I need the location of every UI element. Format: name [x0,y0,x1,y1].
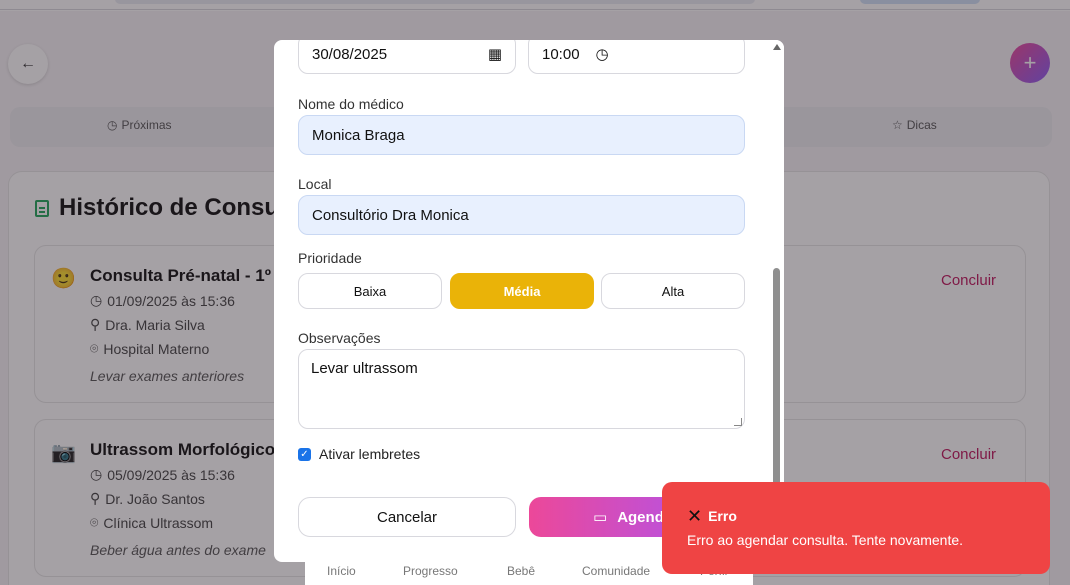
priority-alta-button[interactable]: Alta [601,273,745,309]
doctor-label: Nome do médico [298,96,404,112]
reminder-checkbox[interactable]: ✓ [298,447,311,461]
clock-icon[interactable]: ◷ [596,45,609,63]
resize-handle[interactable] [734,418,742,426]
calendar-icon[interactable]: ▦ [488,45,502,63]
error-toast: ✕ Erro Erro ao agendar consulta. Tente n… [662,482,1050,574]
place-label: Local [298,176,332,192]
cancel-button[interactable]: Cancelar [298,497,516,537]
scroll-up-arrow-icon[interactable] [773,44,781,50]
reminder-row: ✓ Ativar lembretes [298,446,420,462]
date-input[interactable]: 30/08/2025 ▦ [298,40,516,74]
toast-message: Erro ao agendar consulta. Tente novament… [687,532,964,548]
notes-label: Observações [298,330,381,346]
reminder-label[interactable]: Ativar lembretes [319,446,420,462]
toast-title: ✕ Erro [687,506,737,526]
priority-baixa-button[interactable]: Baixa [298,273,442,309]
place-input[interactable]: Consultório Dra Monica [298,195,745,235]
doctor-name-input[interactable]: Monica Braga [298,115,745,155]
priority-label: Prioridade [298,250,362,266]
time-input[interactable]: 10:00 ◷ [528,40,745,74]
calendar-icon: ▭ [593,509,608,526]
notes-textarea[interactable]: Levar ultrassom [298,349,745,429]
error-x-icon: ✕ [687,506,703,526]
priority-media-button[interactable]: Média [450,273,594,309]
